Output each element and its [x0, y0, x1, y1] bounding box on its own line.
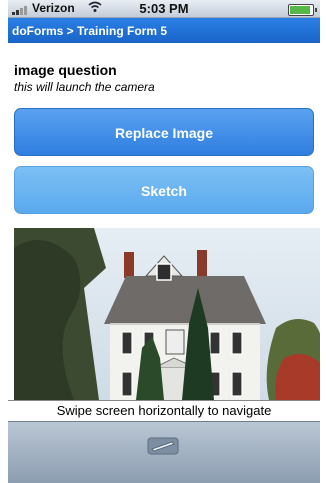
status-bar: Verizon 5:03 PM: [8, 0, 320, 18]
replace-image-button[interactable]: Replace Image: [14, 108, 314, 156]
swipe-hint: Swipe screen horizontally to navigate: [8, 400, 320, 421]
sketch-pen-icon[interactable]: [146, 434, 180, 458]
captured-image: [14, 228, 320, 400]
breadcrumb[interactable]: doForms > Training Form 5: [12, 24, 167, 38]
app-title-bar: doForms > Training Form 5: [8, 18, 320, 43]
question-hint: this will launch the camera: [14, 80, 155, 94]
battery-icon: [288, 4, 317, 16]
bottom-toolbar: [8, 421, 320, 483]
clock: 5:03 PM: [139, 1, 189, 16]
sketch-button[interactable]: Sketch: [14, 166, 314, 214]
phone-screen: Verizon 5:03 PM doForms > Training Form …: [8, 0, 320, 483]
question-title: image question: [14, 62, 117, 78]
